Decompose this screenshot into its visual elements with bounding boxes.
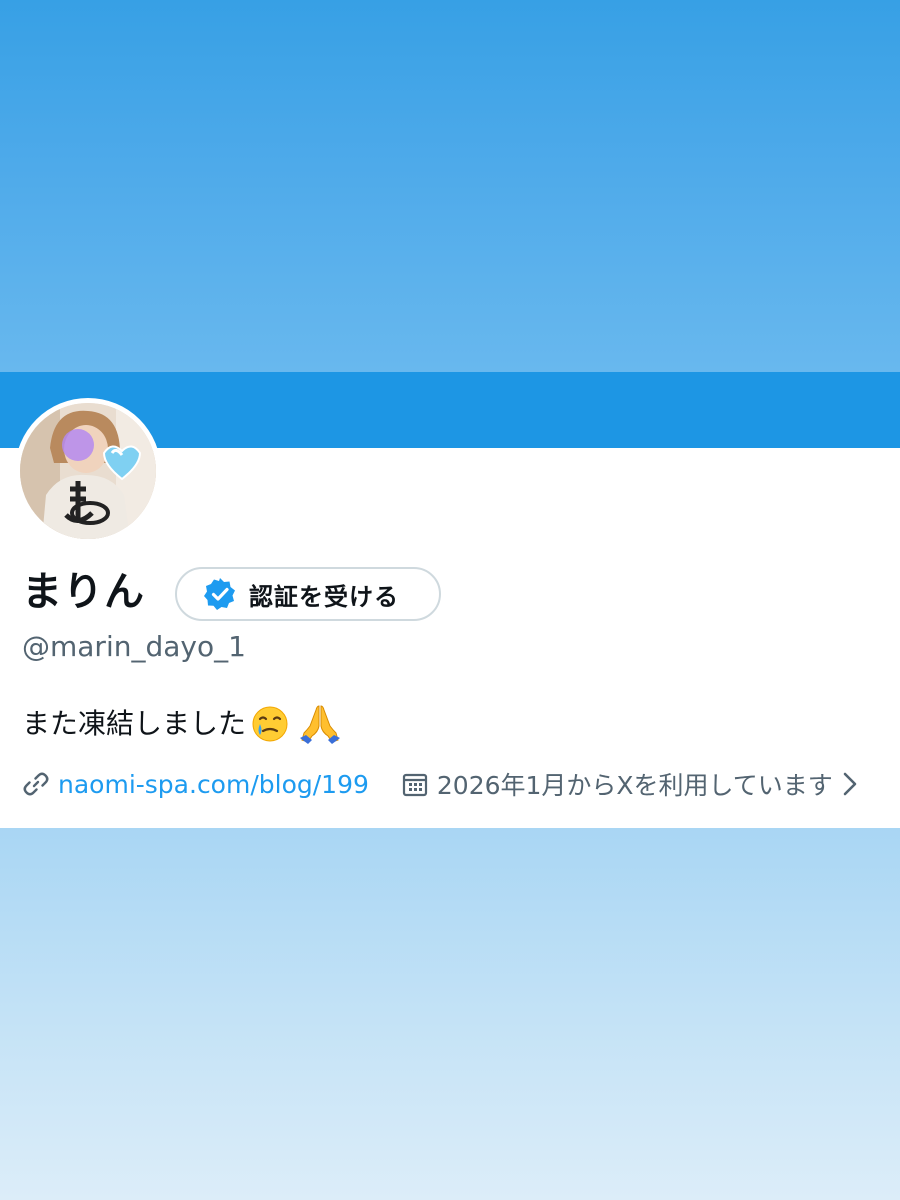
profile-meta-row: naomi-spa.com/blog/199 2026年1月からXを利用していま… [22,765,859,803]
display-name: まりん [22,569,145,615]
bio-text: また凍結しました [22,707,247,740]
verified-badge-icon [204,578,235,610]
smiling-face-with-tear-icon [252,706,288,742]
top-background [0,0,900,372]
joined-date: 2026年1月からXを利用しています [436,771,833,800]
bio: また凍結しました [22,702,342,746]
get-verified-button[interactable]: 認証を受ける [175,567,441,621]
link-icon [23,772,49,796]
avatar[interactable] [15,398,161,544]
avatar-photo [20,403,156,539]
avatar-image [20,403,156,539]
username-handle: @marin_dayo_1 [22,630,246,663]
screenshot: まりん 認証を受ける @marin_dayo_1 また凍結しました naomi-… [0,0,900,1200]
chevron-right-icon[interactable] [841,771,859,797]
bottom-background [0,828,900,1200]
folded-hands-icon [300,705,341,744]
website-link[interactable]: naomi-spa.com/blog/199 [58,770,369,799]
get-verified-label: 認証を受ける [249,582,399,611]
calendar-icon [402,773,427,797]
